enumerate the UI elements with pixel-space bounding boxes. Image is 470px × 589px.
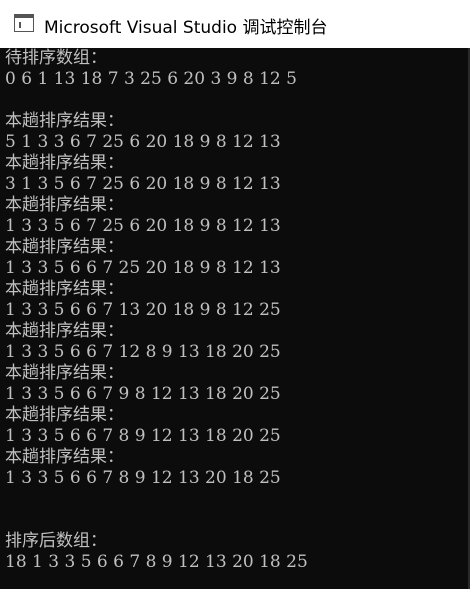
console-line: 1 3 3 5 6 6 7 13 20 18 9 8 12 25 [5,300,281,320]
console-line: 1 3 3 5 6 6 7 9 8 12 13 18 20 25 [5,384,281,404]
console-line: 本趟排序结果： [5,405,124,425]
console-line: 排序后数组： [5,531,107,551]
console-line: 3 1 3 5 6 7 25 6 20 18 9 8 12 13 [5,174,281,194]
console-line: 18 1 3 3 5 6 6 7 8 9 12 13 20 18 25 [5,552,308,572]
console-window: Microsoft Visual Studio 调试控制台 待排序数组： 0 6… [0,0,470,589]
console-line: 本趟排序结果： [5,195,124,215]
console-line: 待排序数组： [5,48,107,68]
console-line: 本趟排序结果： [5,237,124,257]
console-line: 1 3 3 5 6 6 7 8 9 12 13 18 20 25 [5,426,281,446]
console-line: 5 1 3 3 6 7 25 6 20 18 9 8 12 13 [5,132,281,152]
console-line: 本趟排序结果： [5,153,124,173]
console-line: 本趟排序结果： [5,279,124,299]
console-line: 1 3 3 5 6 6 7 25 20 18 9 8 12 13 [5,258,281,278]
window-title: Microsoft Visual Studio 调试控制台 [44,18,328,38]
console-line: 1 3 3 5 6 7 25 6 20 18 9 8 12 13 [5,216,281,236]
console-line: 本趟排序结果： [5,447,124,467]
console-window-icon [14,14,34,32]
console-line: 本趟排序结果： [5,321,124,341]
title-bar[interactable]: Microsoft Visual Studio 调试控制台 [0,0,470,48]
console-line: 1 3 3 5 6 6 7 8 9 12 13 20 18 25 [5,468,281,488]
console-line: 0 6 1 13 18 7 3 25 6 20 3 9 8 12 5 [5,69,297,89]
console-line: 本趟排序结果： [5,111,124,131]
console-line: 1 3 3 5 6 6 7 12 8 9 13 18 20 25 [5,342,281,362]
console-output[interactable]: 待排序数组： 0 6 1 13 18 7 3 25 6 20 3 9 8 12 … [0,48,470,589]
console-line: 本趟排序结果： [5,363,124,383]
